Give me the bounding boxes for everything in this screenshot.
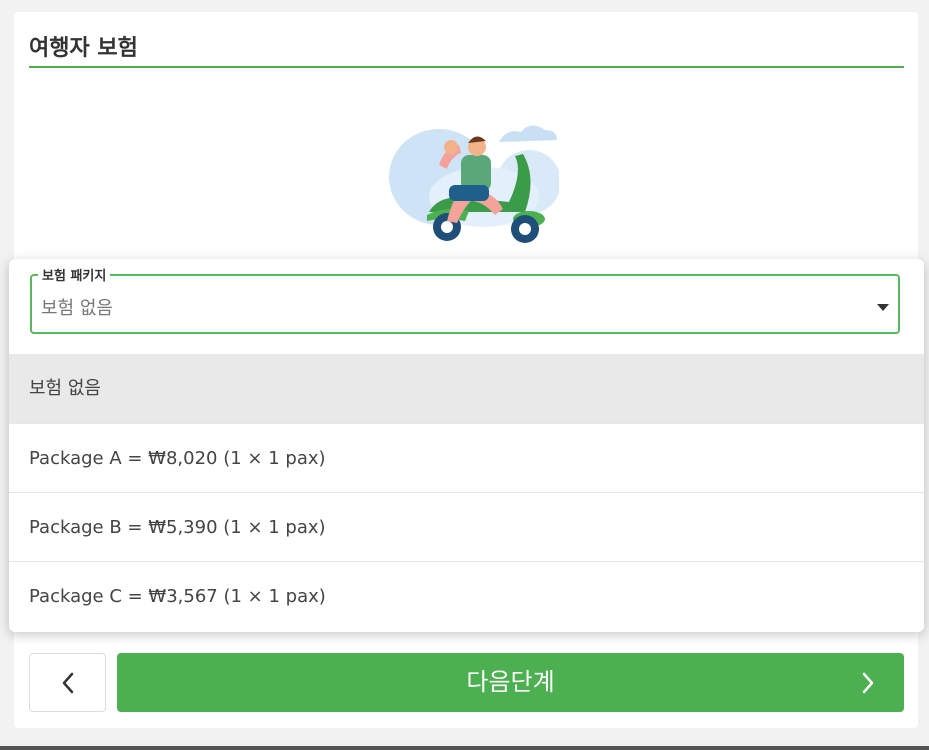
option-no-insurance[interactable]: 보험 없음 [9,354,924,424]
chevron-right-icon [862,672,874,694]
next-step-label: 다음단계 [466,668,555,696]
next-step-button[interactable]: 다음단계 [117,653,904,712]
select-label: 보험 패키지 [38,265,111,284]
insurance-package-select[interactable]: 보험 패키지 보험 없음 [30,265,900,334]
insurance-package-dropdown: 보험 패키지 보험 없음 보험 없음 Package A = ₩8,020 (1… [9,259,924,632]
scooter-illustration [389,125,559,243]
title-divider [29,66,904,68]
option-package-c[interactable]: Package C = ₩3,567 (1 × 1 pax) [9,562,924,631]
caret-down-icon [877,304,889,311]
back-button[interactable] [29,653,106,712]
select-current-value: 보험 없음 [41,298,113,319]
chevron-left-icon [62,672,73,693]
option-package-b[interactable]: Package B = ₩5,390 (1 × 1 pax) [9,493,924,562]
option-package-a[interactable]: Package A = ₩8,020 (1 × 1 pax) [9,424,924,493]
window-bottom-border [0,746,929,750]
section-title: 여행자 보험 [29,36,138,61]
option-list: 보험 없음 Package A = ₩8,020 (1 × 1 pax) Pac… [9,354,924,631]
